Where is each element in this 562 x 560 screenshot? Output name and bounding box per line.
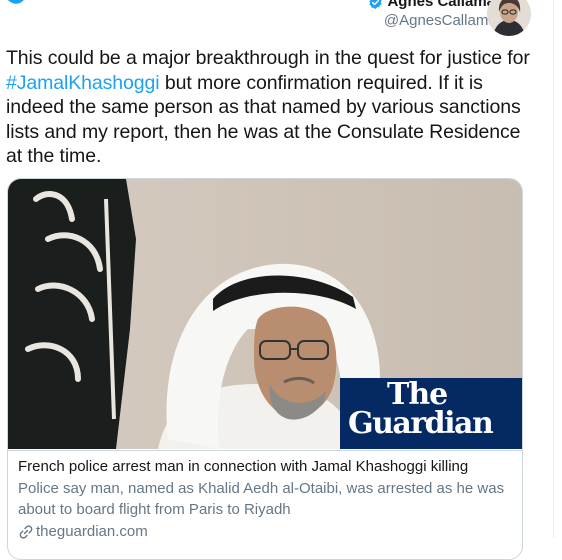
card-title[interactable]: French police arrest man in connection w… <box>18 457 512 476</box>
card-domain[interactable]: theguardian.com <box>36 522 148 542</box>
link-preview-card[interactable]: The Guardian French police arrest man in… <box>7 178 523 560</box>
twitter-bird-icon <box>7 0 24 4</box>
tweet-text: This could be a major breakthrough in th… <box>6 46 536 169</box>
guardian-logo: The Guardian <box>340 378 522 449</box>
avatar-photo <box>487 0 531 36</box>
hashtag-link[interactable]: #JamalKhashoggi <box>6 72 160 94</box>
card-domain-row[interactable]: theguardian.com <box>18 522 512 542</box>
avatar[interactable] <box>487 0 531 36</box>
verified-badge-icon <box>369 0 383 9</box>
card-text[interactable]: French police arrest man in connection w… <box>8 450 522 542</box>
card-description[interactable]: Police say man, named as Khalid Aedh al-… <box>18 478 512 520</box>
tweet-text-before: This could be a major breakthrough in th… <box>6 47 530 69</box>
timeline-divider <box>553 0 554 538</box>
guardian-logo-line2: Guardian <box>348 406 494 441</box>
